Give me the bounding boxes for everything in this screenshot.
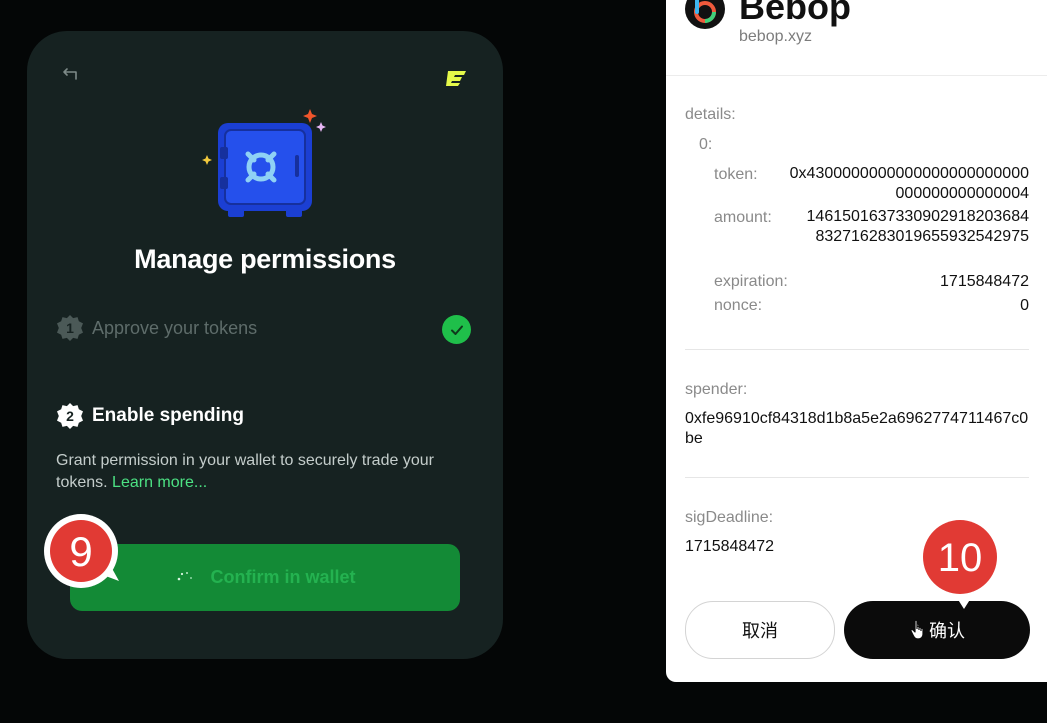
spender-label: spender: — [685, 381, 748, 398]
field-key-token: token: — [714, 166, 758, 183]
step-label: Approve your tokens — [92, 317, 258, 338]
sig-deadline-label: sigDeadline: — [685, 509, 774, 526]
marker-number: 9 — [69, 528, 92, 575]
divider — [685, 349, 1029, 350]
cancel-button-label: 取消 — [742, 621, 778, 641]
marker-number: 10 — [938, 536, 983, 580]
app-name: Bebop — [739, 0, 851, 27]
bebop-logo-icon — [446, 71, 466, 86]
step-marker-10: 10 — [916, 513, 1004, 611]
step-number-badge: 1 — [57, 315, 83, 341]
modal-title: Manage permissions — [134, 244, 396, 274]
step-description: Grant permission in your wallet to secur… — [56, 450, 480, 494]
details-index-label: 0: — [699, 136, 713, 153]
field-value-expiration: 1715848472 — [940, 273, 1029, 290]
back-arrow-icon[interactable] — [61, 65, 81, 85]
step-number-badge: 2 — [57, 403, 83, 429]
field-value-token: 0x43000000000000000000000000000000000000… — [789, 165, 1029, 202]
cancel-button[interactable]: 取消 — [685, 601, 835, 659]
check-icon — [442, 315, 471, 344]
field-key-amount: amount: — [714, 209, 772, 226]
hand-pointer-icon — [910, 619, 924, 640]
spender-value: 0xfe96910cf84318d1b8a5e2a6962774711467c0… — [685, 410, 1029, 447]
field-value-nonce: 0 — [1020, 297, 1029, 314]
confirm-button-label: Confirm in wallet — [210, 567, 356, 587]
bebop-app-icon — [685, 0, 725, 29]
field-key-expiration: expiration: — [714, 273, 788, 290]
field-value-amount: 1461501637330902918203684832716283019655… — [806, 208, 1029, 245]
divider — [685, 477, 1029, 478]
safe-icon — [202, 109, 326, 217]
spinner-icon — [178, 571, 193, 580]
step-enable-spending: 2 Enable spending — [57, 403, 244, 429]
app-domain: bebop.xyz — [739, 28, 812, 45]
step-marker-9: 9 — [43, 513, 123, 595]
confirm-in-wallet-button[interactable]: Confirm in wallet — [70, 544, 460, 611]
step-approve-tokens: 1 Approve your tokens — [57, 315, 257, 341]
field-key-nonce: nonce: — [714, 297, 763, 314]
sig-deadline-value: 1715848472 — [685, 538, 774, 555]
learn-more-link[interactable]: Learn more... — [112, 474, 207, 491]
confirm-button-label: 确认 — [929, 621, 965, 641]
step-label: Enable spending — [92, 405, 245, 426]
wallet-header: Bebop bebop.xyz — [666, 0, 1047, 76]
details-label: details: — [685, 106, 736, 123]
